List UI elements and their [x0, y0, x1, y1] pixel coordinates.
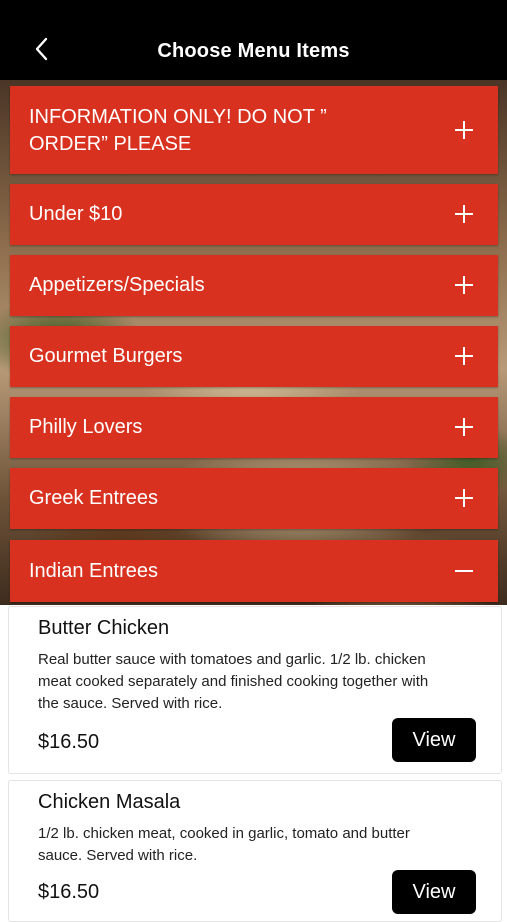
category-label: Philly Lovers: [29, 416, 143, 438]
plus-icon: [454, 417, 474, 437]
category-information-only[interactable]: INFORMATION ONLY! DO NOT ” ORDER” PLEASE: [10, 86, 498, 174]
item-description: 1/2 lb. chicken meat, cooked in garlic, …: [38, 825, 410, 864]
plus-icon: [454, 275, 474, 295]
category-label: Indian Entrees: [29, 560, 158, 582]
item-price: $16.50: [38, 731, 100, 753]
category-label: Greek Entrees: [29, 487, 158, 509]
top-nav-bar: Choose Menu Items: [0, 0, 507, 80]
category-label: Under $10: [29, 203, 123, 225]
category-gourmet-burgers[interactable]: Gourmet Burgers: [10, 326, 498, 387]
item-name: Butter Chicken: [38, 617, 170, 639]
plus-icon: [454, 488, 474, 508]
menu-item-card: Chicken Masala 1/2 lb. chicken meat, coo…: [8, 780, 502, 922]
page-title: Choose Menu Items: [157, 40, 350, 62]
category-label: Appetizers/Specials: [29, 274, 205, 296]
category-greek-entrees[interactable]: Greek Entrees: [10, 468, 498, 529]
view-button[interactable]: View: [392, 870, 476, 914]
category-appetizers-specials[interactable]: Appetizers/Specials: [10, 255, 498, 316]
plus-icon: [454, 120, 474, 140]
plus-icon: [454, 204, 474, 224]
category-label: Gourmet Burgers: [29, 345, 183, 367]
menu-item-card: Butter Chicken Real butter sauce with to…: [8, 606, 502, 774]
minus-icon: [454, 561, 474, 581]
view-button[interactable]: View: [392, 718, 476, 762]
item-name: Chicken Masala: [38, 791, 181, 813]
category-label: INFORMATION ONLY! DO NOT ” ORDER” PLEASE: [29, 106, 327, 155]
item-description: Real butter sauce with tomatoes and garl…: [38, 651, 429, 712]
category-under-10[interactable]: Under $10: [10, 184, 498, 245]
category-indian-entrees[interactable]: Indian Entrees: [10, 540, 498, 602]
category-philly-lovers[interactable]: Philly Lovers: [10, 397, 498, 458]
item-price: $16.50: [38, 881, 100, 903]
plus-icon: [454, 346, 474, 366]
